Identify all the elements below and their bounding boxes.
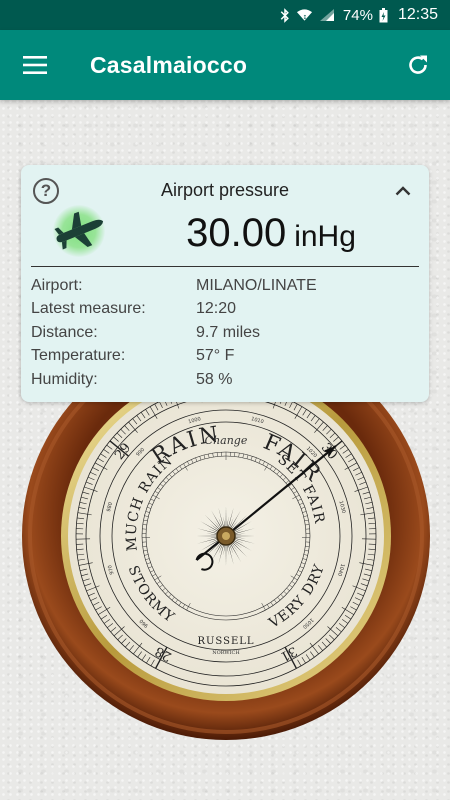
detail-row-latest-measure: Latest measure: 12:20 (31, 298, 419, 322)
location-title: Casalmaiocco (90, 52, 248, 78)
detail-value: MILANO/LINATE (196, 276, 317, 294)
label-change: Change (205, 434, 248, 447)
collapse-button[interactable] (391, 179, 415, 203)
detail-value: 9.7 miles (196, 323, 261, 341)
refresh-button[interactable] (400, 48, 436, 82)
menu-button[interactable] (16, 50, 54, 80)
detail-row-humidity: Humidity: 58 % (31, 368, 419, 392)
detail-row-distance: Distance: 9.7 miles (31, 321, 419, 345)
pressure-value: 30.00 (186, 211, 287, 255)
details-list: Airport: MILANO/LINATE Latest measure: 1… (31, 274, 419, 392)
detail-label: Humidity: (31, 370, 98, 388)
detail-value: 12:20 (196, 300, 237, 318)
airport-pressure-card: ? Airport pressure 30.00 inHg Airport: MI… (21, 165, 429, 402)
airplane-icon (54, 211, 104, 250)
refresh-icon (409, 55, 427, 74)
maker-city: NORWICH (212, 650, 240, 656)
battery-percentage: 74% (342, 6, 373, 24)
detail-label: Latest measure: (31, 300, 146, 318)
detail-value: 58 % (196, 370, 233, 388)
detail-value: 57° F (196, 347, 235, 365)
detail-label: Temperature: (31, 347, 126, 365)
detail-row-temperature: Temperature: 57° F (31, 345, 419, 369)
maker-name: RUSSELL (197, 636, 254, 647)
card-divider (31, 266, 419, 267)
clock-time: 12:35 (397, 6, 438, 23)
detail-label: Airport: (31, 276, 83, 294)
card-title: Airport pressure (160, 180, 290, 200)
hamburger-menu-icon (23, 56, 47, 74)
battery-icon (379, 7, 388, 23)
status-bar: ↕ 74% 12:35 (0, 0, 450, 30)
signal-icon (319, 8, 335, 22)
pressure-reading: 30.00 inHg (136, 211, 406, 256)
svg-text:↕: ↕ (303, 14, 308, 21)
detail-label: Distance: (31, 323, 98, 341)
wifi-icon: ↕ (296, 8, 313, 22)
detail-row-airport: Airport: MILANO/LINATE (31, 274, 419, 298)
pressure-unit: inHg (294, 220, 356, 253)
app-bar: Casalmaiocco (0, 30, 450, 100)
chevron-up-icon (395, 186, 411, 196)
bluetooth-icon (280, 7, 290, 23)
